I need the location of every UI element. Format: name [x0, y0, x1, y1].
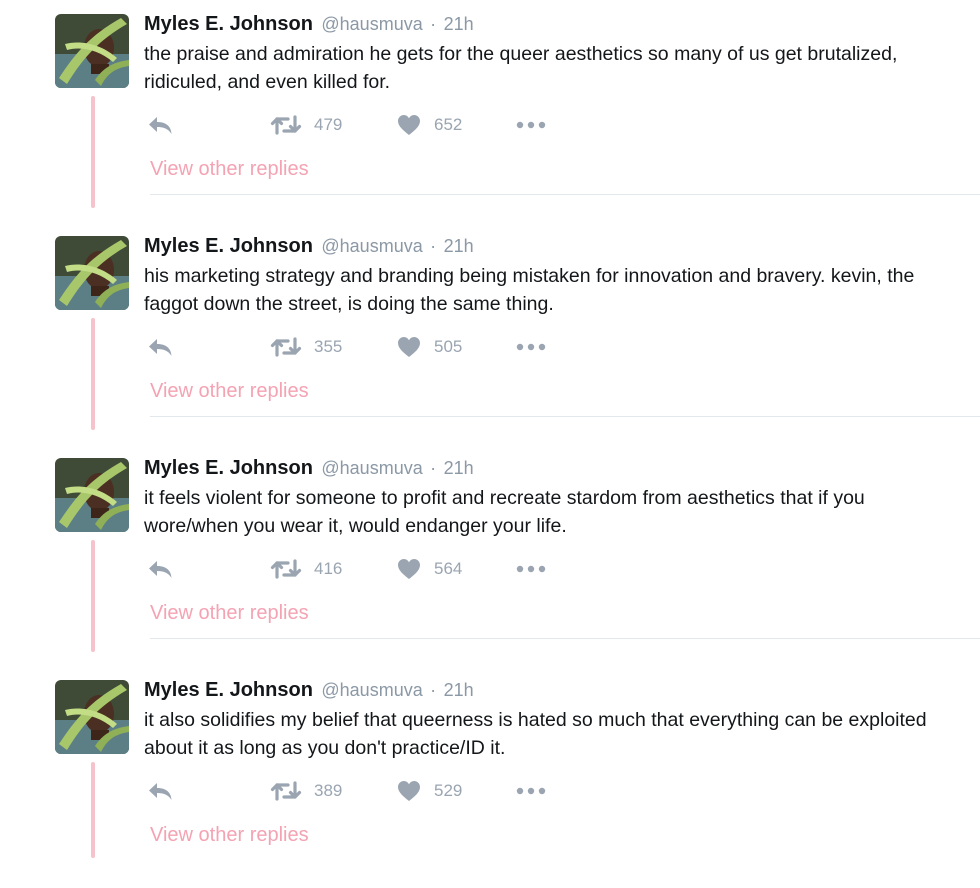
retweet-count: 416 — [314, 559, 343, 578]
ellipsis-icon — [516, 787, 546, 795]
ellipsis-icon — [516, 343, 546, 351]
timestamp[interactable]: 21h — [444, 458, 474, 478]
view-other-replies-link[interactable]: View other replies — [150, 600, 309, 626]
avatar[interactable] — [55, 458, 129, 532]
retweet-button[interactable]: 355 — [270, 332, 342, 362]
retweet-icon — [270, 781, 302, 801]
author-handle[interactable]: @hausmuva — [321, 14, 422, 34]
retweet-button[interactable]: 389 — [270, 776, 342, 806]
heart-icon — [398, 115, 420, 135]
tweet[interactable]: Myles E. Johnson @hausmuva · 21h the pra… — [0, 0, 980, 222]
reply-arrow-icon — [149, 561, 172, 578]
ellipsis-icon — [516, 121, 546, 129]
retweet-count: 389 — [314, 781, 343, 800]
tweet-header: Myles E. Johnson @hausmuva · 21h — [144, 12, 474, 38]
timestamp[interactable]: 21h — [444, 680, 474, 700]
tweet[interactable]: Myles E. Johnson @hausmuva · 21h his mar… — [0, 222, 980, 444]
timestamp[interactable]: 21h — [444, 236, 474, 256]
avatar[interactable] — [55, 680, 129, 754]
author-handle[interactable]: @hausmuva — [321, 236, 422, 256]
avatar[interactable] — [55, 236, 129, 310]
separator: · — [430, 236, 437, 256]
tweet-actions: 355 505 — [0, 332, 980, 362]
retweet-button[interactable]: 416 — [270, 554, 342, 584]
reply-button[interactable] — [146, 332, 174, 362]
separator: · — [430, 14, 437, 34]
tweet[interactable]: Myles E. Johnson @hausmuva · 21h it also… — [0, 666, 980, 888]
author-handle[interactable]: @hausmuva — [321, 458, 422, 478]
author-name[interactable]: Myles E. Johnson — [144, 235, 313, 257]
retweet-icon — [270, 337, 302, 357]
heart-icon — [398, 337, 420, 357]
like-count: 652 — [434, 115, 463, 134]
view-other-replies-link[interactable]: View other replies — [150, 822, 309, 848]
author-name[interactable]: Myles E. Johnson — [144, 13, 313, 35]
tweet-divider — [150, 638, 980, 639]
tweet-actions: 416 564 — [0, 554, 980, 584]
like-count: 529 — [434, 781, 463, 800]
like-button[interactable]: 505 — [396, 332, 462, 362]
tweet-actions: 479 652 — [0, 110, 980, 140]
like-button[interactable]: 529 — [396, 776, 462, 806]
reply-button[interactable] — [146, 110, 174, 140]
author-name[interactable]: Myles E. Johnson — [144, 457, 313, 479]
tweet-actions: 389 529 — [0, 776, 980, 806]
more-options-button[interactable] — [515, 332, 547, 362]
avatar[interactable] — [55, 14, 129, 88]
like-button[interactable]: 564 — [396, 554, 462, 584]
tweet[interactable]: Myles E. Johnson @hausmuva · 21h it feel… — [0, 444, 980, 666]
reply-button[interactable] — [146, 776, 174, 806]
author-handle[interactable]: @hausmuva — [321, 680, 422, 700]
view-other-replies-link[interactable]: View other replies — [150, 378, 309, 404]
retweet-button[interactable]: 479 — [270, 110, 342, 140]
author-name[interactable]: Myles E. Johnson — [144, 679, 313, 701]
tweet-text: it feels violent for someone to profit a… — [144, 487, 865, 537]
like-button[interactable]: 652 — [396, 110, 462, 140]
heart-icon — [398, 781, 420, 801]
tweet-divider — [150, 416, 980, 417]
more-options-button[interactable] — [515, 554, 547, 584]
reply-arrow-icon — [149, 783, 172, 800]
separator: · — [430, 458, 437, 478]
tweet-divider — [150, 194, 980, 195]
retweet-count: 479 — [314, 115, 343, 134]
view-other-replies-link[interactable]: View other replies — [150, 156, 309, 182]
like-count: 564 — [434, 559, 463, 578]
like-count: 505 — [434, 337, 463, 356]
retweet-count: 355 — [314, 337, 343, 356]
ellipsis-icon — [516, 565, 546, 573]
reply-arrow-icon — [149, 117, 172, 134]
reply-arrow-icon — [149, 339, 172, 356]
tweet-header: Myles E. Johnson @hausmuva · 21h — [144, 234, 474, 260]
more-options-button[interactable] — [515, 776, 547, 806]
retweet-icon — [270, 559, 302, 579]
separator: · — [430, 680, 437, 700]
retweet-icon — [270, 115, 302, 135]
tweet-text: it also solidifies my belief that queern… — [144, 709, 927, 759]
tweet-text: his marketing strategy and branding bein… — [144, 265, 915, 315]
timestamp[interactable]: 21h — [444, 14, 474, 34]
more-options-button[interactable] — [515, 110, 547, 140]
tweet-header: Myles E. Johnson @hausmuva · 21h — [144, 456, 474, 482]
tweet-thread: Myles E. Johnson @hausmuva · 21h the pra… — [0, 0, 980, 858]
tweet-header: Myles E. Johnson @hausmuva · 21h — [144, 678, 474, 704]
tweet-text: the praise and admiration he gets for th… — [144, 43, 898, 93]
reply-button[interactable] — [146, 554, 174, 584]
heart-icon — [398, 559, 420, 579]
